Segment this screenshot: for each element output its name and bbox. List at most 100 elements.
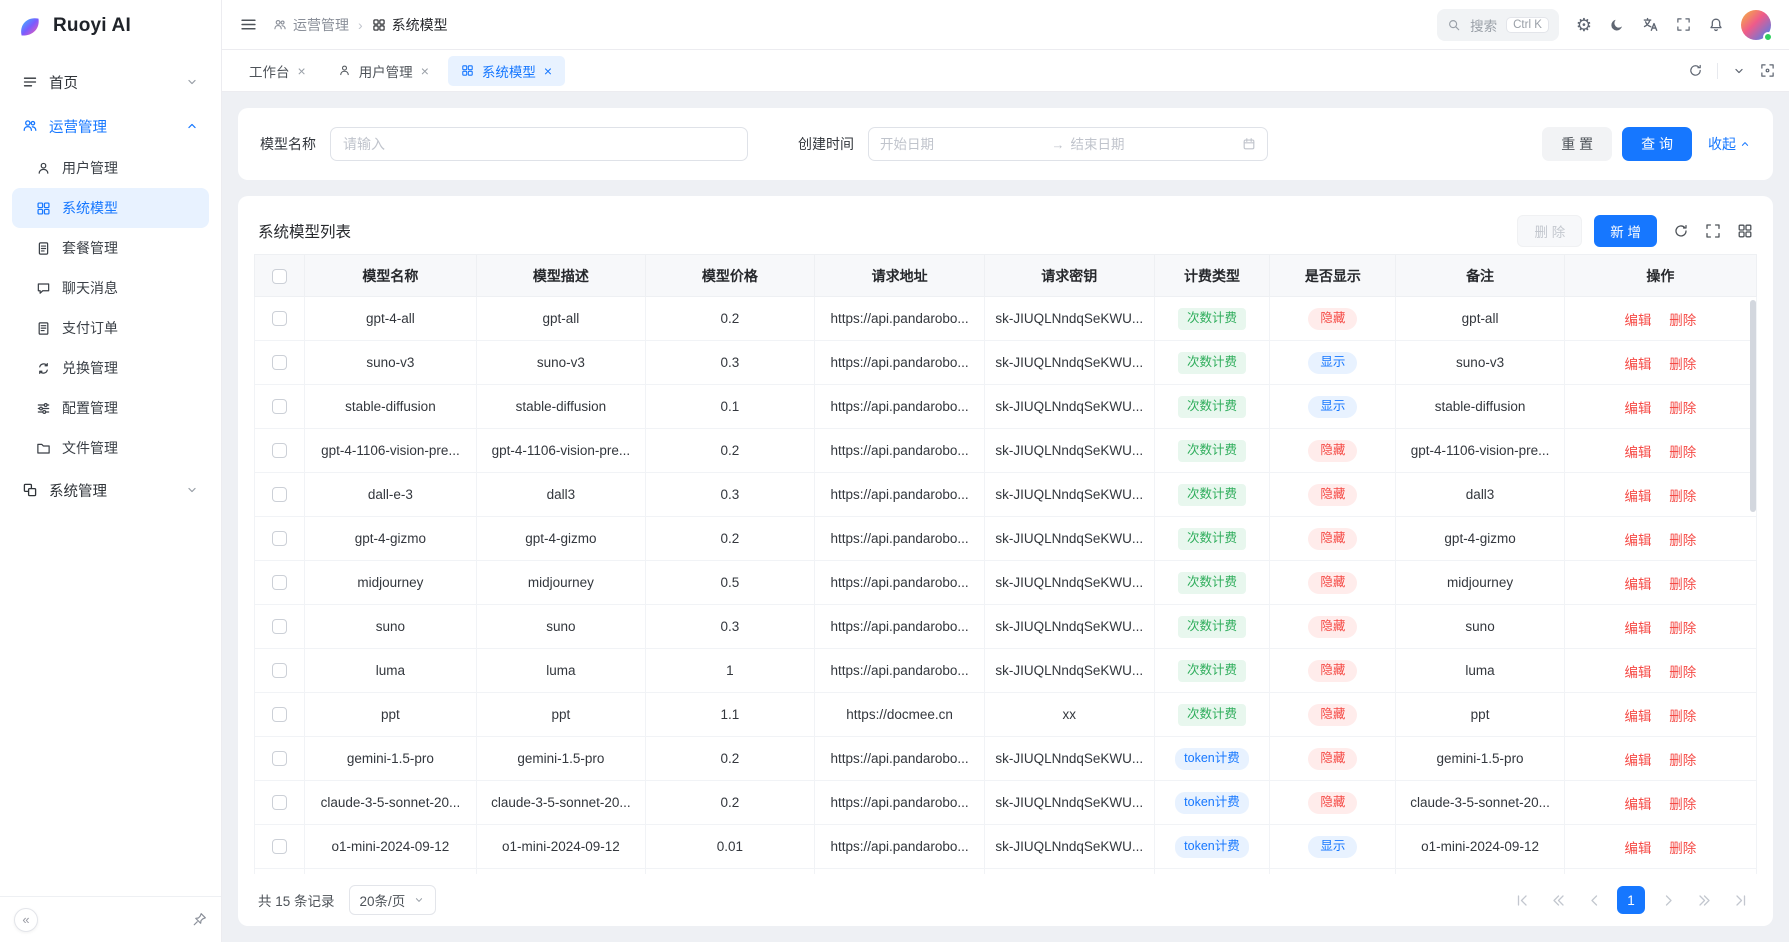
first-page-icon[interactable] (1509, 887, 1535, 913)
cell-desc: midjourney (477, 561, 645, 605)
tab-close-icon[interactable]: × (544, 64, 552, 78)
table-row: gemini-1.5-pro gemini-1.5-pro 0.2 https:… (255, 737, 1757, 781)
jump-back-icon[interactable] (1545, 887, 1571, 913)
refresh-icon[interactable] (1688, 63, 1703, 78)
delete-link[interactable]: 删除 (1669, 621, 1696, 636)
last-page-icon[interactable] (1727, 887, 1753, 913)
sidebar-item-exchange-management[interactable]: 兑换管理 (12, 348, 209, 388)
collapse-filter-link[interactable]: 收起 (1708, 134, 1751, 154)
current-page-button[interactable]: 1 (1617, 886, 1645, 914)
delete-link[interactable]: 删除 (1669, 797, 1696, 812)
edit-link[interactable]: 编辑 (1624, 401, 1651, 416)
row-checkbox[interactable] (272, 311, 287, 326)
add-button[interactable]: 新 增 (1594, 215, 1657, 247)
column-settings-icon[interactable] (1737, 223, 1753, 239)
delete-link[interactable]: 删除 (1669, 445, 1696, 460)
edit-link[interactable]: 编辑 (1624, 577, 1651, 592)
tab-system-model[interactable]: 系统模型 × (448, 56, 565, 86)
settings-gear-icon[interactable]: ⚙ (1576, 16, 1592, 34)
delete-link[interactable]: 删除 (1669, 841, 1696, 856)
edit-link[interactable]: 编辑 (1624, 313, 1651, 328)
sidebar-item-file-management[interactable]: 文件管理 (12, 428, 209, 468)
sidebar-item-payment-orders[interactable]: 支付订单 (12, 308, 209, 348)
cell-desc: gpt-4-1106-vision-pre... (477, 429, 645, 473)
delete-link[interactable]: 删除 (1669, 357, 1696, 372)
row-checkbox[interactable] (272, 575, 287, 590)
pagination-bar: 共 15 条记录 20条/页 (254, 874, 1757, 926)
edit-link[interactable]: 编辑 (1624, 489, 1651, 504)
select-all-checkbox[interactable] (272, 269, 287, 284)
chevron-down-icon[interactable] (1732, 64, 1746, 78)
start-date-input[interactable] (880, 137, 1046, 152)
notifications-bell-icon[interactable] (1708, 17, 1724, 33)
tab-close-icon[interactable]: × (298, 64, 306, 78)
row-checkbox[interactable] (272, 839, 287, 854)
breadcrumb-item-system-model[interactable]: 系统模型 (372, 15, 448, 35)
sidebar-item-chat-messages[interactable]: 聊天消息 (12, 268, 209, 308)
edit-link[interactable]: 编辑 (1624, 533, 1651, 548)
edit-link[interactable]: 编辑 (1624, 753, 1651, 768)
tab-user-management[interactable]: 用户管理 × (325, 56, 442, 86)
sidebar-item-system-model[interactable]: 系统模型 (12, 188, 209, 228)
sidebar-item-operations[interactable]: 运营管理 (12, 104, 209, 148)
row-checkbox[interactable] (272, 487, 287, 502)
edit-link[interactable]: 编辑 (1624, 621, 1651, 636)
row-checkbox[interactable] (272, 707, 287, 722)
edit-link[interactable]: 编辑 (1624, 665, 1651, 680)
tab-workbench[interactable]: 工作台 × (236, 56, 319, 86)
delete-link[interactable]: 删除 (1669, 709, 1696, 724)
table-scrollbar[interactable] (1750, 300, 1756, 512)
next-page-icon[interactable] (1655, 887, 1681, 913)
row-checkbox[interactable] (272, 619, 287, 634)
edit-link[interactable]: 编辑 (1624, 357, 1651, 372)
row-checkbox[interactable] (272, 531, 287, 546)
tab-close-icon[interactable]: × (421, 64, 429, 78)
delete-link[interactable]: 删除 (1669, 577, 1696, 592)
sidebar-item-config-management[interactable]: 配置管理 (12, 388, 209, 428)
translate-icon[interactable] (1642, 16, 1659, 33)
end-date-input[interactable] (1071, 137, 1237, 152)
edit-link[interactable]: 编辑 (1624, 709, 1651, 724)
row-checkbox[interactable] (272, 751, 287, 766)
jump-forward-icon[interactable] (1691, 887, 1717, 913)
row-checkbox[interactable] (272, 399, 287, 414)
sidebar-item-home[interactable]: 首页 (12, 60, 209, 104)
refresh-icon[interactable] (1673, 223, 1689, 239)
user-avatar[interactable] (1741, 10, 1771, 40)
content-fullscreen-icon[interactable] (1760, 63, 1775, 78)
reset-button[interactable]: 重 置 (1542, 127, 1612, 161)
row-checkbox[interactable] (272, 443, 287, 458)
delete-link[interactable]: 删除 (1669, 313, 1696, 328)
dark-mode-moon-icon[interactable] (1609, 17, 1625, 33)
sidebar-item-system-management[interactable]: 系统管理 (12, 468, 209, 512)
row-checkbox[interactable] (272, 663, 287, 678)
delete-link[interactable]: 删除 (1669, 665, 1696, 680)
delete-link[interactable]: 删除 (1669, 753, 1696, 768)
page-content: 模型名称 创建时间 → 重 置 查 询 收起 (222, 92, 1789, 942)
date-range-picker[interactable]: → (868, 127, 1268, 161)
delete-link[interactable]: 删除 (1669, 401, 1696, 416)
query-button[interactable]: 查 询 (1622, 127, 1692, 161)
fullscreen-icon[interactable] (1676, 17, 1691, 32)
sidebar-item-user-management[interactable]: 用户管理 (12, 148, 209, 188)
edit-link[interactable]: 编辑 (1624, 841, 1651, 856)
batch-delete-button[interactable]: 删 除 (1517, 215, 1582, 247)
delete-link[interactable]: 删除 (1669, 489, 1696, 504)
edit-link[interactable]: 编辑 (1624, 445, 1651, 460)
logo[interactable]: Ruoyi AI (0, 0, 221, 52)
global-search[interactable]: 搜索 Ctrl K (1437, 9, 1559, 41)
sidebar-collapse-button[interactable]: « (14, 908, 38, 932)
edit-link[interactable]: 编辑 (1624, 797, 1651, 812)
page-size-select[interactable]: 20条/页 (349, 885, 437, 915)
sidebar-toggle-icon[interactable] (240, 16, 257, 33)
expand-icon[interactable] (1705, 223, 1721, 239)
model-name-input[interactable] (330, 127, 748, 161)
row-checkbox[interactable] (272, 355, 287, 370)
delete-link[interactable]: 删除 (1669, 533, 1696, 548)
row-checkbox[interactable] (272, 795, 287, 810)
breadcrumb-item-operations[interactable]: 运营管理 (273, 15, 349, 35)
pin-icon[interactable] (192, 912, 207, 927)
cell-key: sk-JIUQLNndqSeKWU... (984, 473, 1154, 517)
sidebar-item-package-management[interactable]: 套餐管理 (12, 228, 209, 268)
previous-page-icon[interactable] (1581, 887, 1607, 913)
